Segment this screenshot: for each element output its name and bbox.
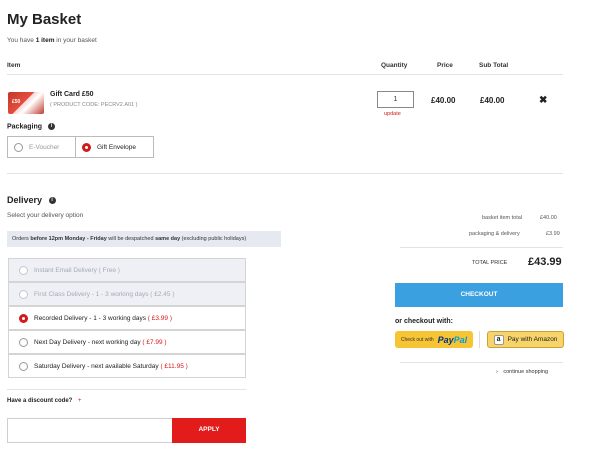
- section-divider: [7, 173, 563, 174]
- header-price: Price: [437, 62, 453, 69]
- basket-summary: You have 1 item in your basket: [7, 37, 97, 44]
- paypal-logo-pay: Pay: [437, 334, 454, 345]
- or-checkout-with-label: or checkout with:: [395, 318, 453, 325]
- packaging-option-evoucher[interactable]: E-Voucher: [7, 136, 76, 158]
- info-icon[interactable]: i: [48, 197, 56, 205]
- plus-icon[interactable]: +: [78, 398, 82, 404]
- item-price: £40.00: [431, 96, 456, 105]
- discount-divider: [7, 389, 246, 390]
- paypal-small-text: Check out with: [400, 336, 434, 343]
- header-subtotal: Sub Total: [479, 62, 509, 69]
- notice-cutoff: before 12pm Monday - Friday: [30, 236, 107, 242]
- quantity-input[interactable]: 1: [377, 91, 414, 108]
- product-name[interactable]: Gift Card £50: [50, 91, 94, 98]
- continue-shopping-label: continue shopping: [503, 369, 549, 375]
- gift-card-thumbnail[interactable]: £50: [8, 92, 44, 114]
- basket-summary-prefix: You have: [7, 37, 36, 44]
- delivery-option-next-day[interactable]: Next Day Delivery - next working day ( £…: [8, 330, 246, 354]
- delivery-option-label: Instant Email Delivery: [34, 266, 97, 274]
- chevron-right-icon: ›: [496, 369, 498, 375]
- discount-heading[interactable]: Have a discount code? +: [7, 398, 82, 404]
- checkout-divider: [400, 362, 563, 363]
- notice-same-day: same day: [155, 236, 181, 242]
- apply-discount-button[interactable]: APPLY: [172, 418, 246, 443]
- packaging-option-gift-envelope[interactable]: Gift Envelope: [75, 136, 154, 158]
- delivery-title: Delivery: [7, 195, 43, 205]
- packaging-option-label: E-Voucher: [29, 143, 60, 151]
- basket-total-value: £40.00: [540, 215, 557, 221]
- radio-unselected-icon: [19, 265, 28, 275]
- basket-total-label: basket item total: [482, 215, 523, 221]
- basket-summary-suffix: in your basket: [54, 37, 97, 44]
- delivery-option-price: ( Free ): [96, 266, 120, 274]
- checkout-button[interactable]: CHECKOUT: [395, 283, 563, 307]
- remove-item-icon[interactable]: ✖: [539, 95, 547, 106]
- packaging-option-label: Gift Envelope: [97, 143, 137, 151]
- amazon-pay-label: Pay with Amazon: [507, 336, 558, 343]
- total-price-value: £43.99: [528, 256, 562, 268]
- delivery-option-first-class[interactable]: First Class Delivery - 1 - 3 working day…: [8, 282, 246, 306]
- delivery-option-text: Instant Email Delivery ( Free ): [34, 267, 120, 274]
- radio-selected-icon: [19, 313, 28, 323]
- notice-prefix: Orders: [12, 236, 31, 242]
- basket-item-count: 1 item: [35, 37, 55, 44]
- page-title: My Basket: [7, 11, 82, 28]
- header-item: Item: [7, 62, 21, 69]
- paypal-logo-pal: Pal: [453, 334, 468, 345]
- packaging-delivery-label: packaging & delivery: [469, 231, 520, 237]
- header-divider: [7, 74, 563, 75]
- totals-divider: [400, 247, 563, 248]
- item-subtotal: £40.00: [480, 96, 505, 105]
- delivery-option-text: Saturday Delivery - next available Satur…: [34, 363, 188, 370]
- total-price-label: TOTAL PRICE: [472, 260, 508, 266]
- delivery-option-text: Next Day Delivery - next working day ( £…: [34, 339, 167, 346]
- discount-label: Have a discount code?: [7, 398, 73, 404]
- despatch-notice: Orders before 12pm Monday - Friday will …: [7, 231, 281, 247]
- notice-suffix: (excluding public holidays): [180, 236, 247, 242]
- delivery-option-label: First Class Delivery - 1 - 3 working day…: [34, 290, 149, 298]
- delivery-option-price: ( £2.45 ): [148, 290, 175, 298]
- delivery-option-label: Recorded Delivery - 1 - 3 working days: [34, 314, 146, 322]
- paypal-logo: PayPal: [438, 335, 468, 345]
- radio-unselected-icon: [19, 337, 28, 347]
- delivery-option-price: ( £11.95 ): [158, 362, 188, 370]
- update-link[interactable]: update: [384, 111, 401, 117]
- delivery-subtitle: Select your delivery option: [7, 212, 84, 219]
- delivery-option-text: First Class Delivery - 1 - 3 working day…: [34, 291, 175, 298]
- continue-shopping-link[interactable]: › continue shopping: [496, 369, 548, 375]
- packaging-delivery-value: £3.99: [546, 231, 560, 237]
- delivery-option-saturday[interactable]: Saturday Delivery - next available Satur…: [8, 354, 246, 378]
- delivery-option-instant-email[interactable]: Instant Email Delivery ( Free ): [8, 258, 246, 282]
- header-quantity: Quantity: [381, 62, 408, 69]
- delivery-option-text: Recorded Delivery - 1 - 3 working days (…: [34, 315, 172, 322]
- payment-divider: [479, 331, 480, 348]
- delivery-option-label: Saturday Delivery - next available Satur…: [34, 362, 159, 370]
- product-code: ( PRODUCT CODE: PECRV2.A01 ): [50, 102, 138, 108]
- thumbnail-amount: £50: [12, 99, 21, 105]
- paypal-button[interactable]: Check out with PayPal: [395, 331, 473, 348]
- amazon-icon: a: [493, 334, 504, 345]
- radio-unselected-icon: [19, 361, 28, 371]
- info-icon[interactable]: i: [47, 123, 55, 130]
- delivery-option-price: ( £3.99 ): [146, 314, 173, 322]
- radio-unselected-icon: [14, 142, 23, 152]
- delivery-heading: Delivery i: [7, 195, 56, 205]
- radio-unselected-icon: [19, 289, 28, 299]
- delivery-option-recorded[interactable]: Recorded Delivery - 1 - 3 working days (…: [8, 306, 246, 330]
- discount-code-input[interactable]: [7, 418, 173, 443]
- delivery-option-label: Next Day Delivery - next working day: [34, 338, 141, 346]
- amazon-pay-button[interactable]: a Pay with Amazon: [487, 331, 564, 348]
- notice-middle: will be despatched: [106, 236, 156, 242]
- packaging-heading: Packaging i: [7, 123, 55, 130]
- radio-selected-icon: [82, 142, 91, 152]
- delivery-option-price: ( £7.99 ): [140, 338, 167, 346]
- packaging-label: Packaging: [7, 123, 43, 131]
